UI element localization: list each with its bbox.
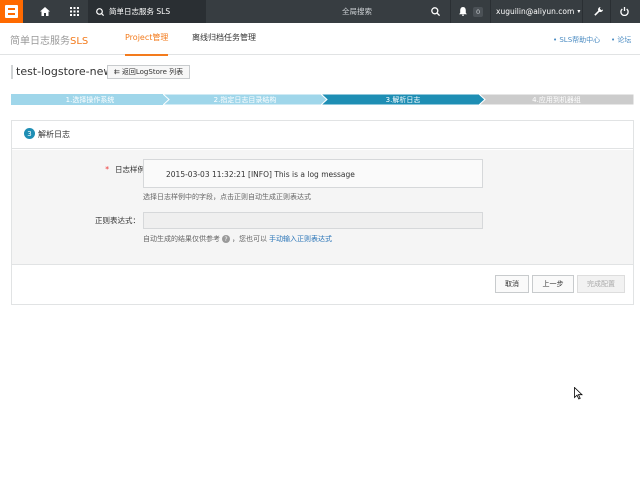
help-center-link[interactable]: • SLS帮助中心 bbox=[553, 35, 600, 45]
regex-input[interactable] bbox=[143, 212, 483, 229]
parse-log-panel: 3 解析日志 * 日志样例 2015-03-03 11:32:21 [INFO] … bbox=[11, 120, 634, 305]
user-email: xuguilin@aliyun.com bbox=[496, 7, 575, 16]
step-2-label: 2.指定日志目录结构 bbox=[213, 95, 277, 104]
search-icon[interactable] bbox=[425, 0, 445, 23]
bell-icon bbox=[459, 7, 467, 16]
log-sample-hint: 选择日志样例中的字段，点击正则自动生成正则表达式 bbox=[143, 193, 311, 201]
step-1-label: 1.选择操作系统 bbox=[65, 95, 115, 104]
back-button-label: 返回LogStore 列表 bbox=[121, 68, 184, 76]
page-title: test-logstore-new bbox=[16, 65, 113, 78]
panel-footer: 取消 上一步 完成配置 bbox=[12, 264, 633, 304]
step-4-label: 4.应用到机器组 bbox=[532, 95, 581, 104]
step-4: 4.应用到机器组 bbox=[479, 94, 634, 105]
sls-product-icon bbox=[96, 7, 104, 16]
regex-hint-middle: ，您也可以 bbox=[232, 235, 267, 243]
brand-prefix: 简单日志服务 bbox=[10, 36, 70, 47]
topbar-divider bbox=[450, 0, 451, 23]
previous-step-button[interactable]: 上一步 bbox=[532, 275, 574, 293]
cancel-button[interactable]: 取消 bbox=[495, 275, 529, 293]
finish-config-button[interactable]: 完成配置 bbox=[577, 275, 625, 293]
log-sample-text[interactable]: 2015-03-03 11:32:21 [INFO] This is a log… bbox=[143, 159, 483, 188]
product-tab[interactable]: 简单日志服务 SLS bbox=[88, 0, 206, 23]
forum-label: 论坛 bbox=[617, 36, 632, 44]
regex-label: 正则表达式： bbox=[95, 216, 140, 225]
page-header: test-logstore-new ⇇ 返回LogStore 列表 bbox=[11, 63, 631, 83]
required-marker: * bbox=[105, 165, 109, 174]
panel-body: * 日志样例 2015-03-03 11:32:21 [INFO] This is… bbox=[12, 150, 633, 264]
back-arrow-icon: ⇇ bbox=[114, 68, 120, 76]
nav-offline-archive[interactable]: 离线归档任务管理 bbox=[192, 32, 256, 43]
product-brand[interactable]: 简单日志服务SLS bbox=[10, 32, 88, 47]
step-2: 2.指定日志目录结构 bbox=[163, 94, 327, 105]
topbar-divider bbox=[490, 0, 491, 23]
product-nav: 简单日志服务SLS Project管理 离线归档任务管理 • SLS帮助中心 •… bbox=[0, 23, 640, 56]
wizard-steps: 1.选择操作系统 2.指定日志目录结构 3.解析日志 4.应用到机器组 bbox=[11, 94, 634, 105]
brand-suffix: SLS bbox=[70, 36, 89, 47]
notifications[interactable]: 0 bbox=[455, 0, 485, 23]
home-icon[interactable] bbox=[35, 0, 55, 23]
regex-hint-prefix: 自动生成的结果仅供参考 bbox=[143, 235, 220, 243]
step-1: 1.选择操作系统 bbox=[11, 94, 169, 105]
step-3: 3.解析日志 bbox=[321, 94, 485, 105]
product-tab-label: 简单日志服务 SLS bbox=[109, 7, 171, 16]
manual-regex-link[interactable]: 手动输入正则表达式 bbox=[269, 234, 332, 244]
forum-link[interactable]: • 论坛 bbox=[611, 35, 631, 45]
nav-project-management[interactable]: Project管理 bbox=[125, 32, 169, 56]
step-number-badge: 3 bbox=[24, 128, 35, 139]
user-menu[interactable]: xuguilin@aliyun.com ▾ bbox=[496, 0, 580, 23]
wrench-icon[interactable] bbox=[588, 0, 608, 23]
top-bar: 简单日志服务 SLS 全局搜索 0 xuguilin@aliyun.com ▾ bbox=[0, 0, 640, 23]
help-question-icon[interactable]: ? bbox=[222, 235, 230, 243]
title-accent-bar bbox=[11, 65, 13, 79]
back-to-logstore-list-button[interactable]: ⇇ 返回LogStore 列表 bbox=[107, 65, 191, 79]
aliyun-logo[interactable] bbox=[0, 0, 23, 23]
grid-menu-icon[interactable] bbox=[64, 0, 84, 23]
topbar-divider bbox=[582, 0, 583, 23]
regex-hint: 自动生成的结果仅供参考 ? ，您也可以 手动输入正则表达式 bbox=[143, 234, 332, 244]
logo-icon bbox=[5, 5, 18, 18]
notification-count: 0 bbox=[473, 6, 484, 17]
caret-down-icon: ▾ bbox=[577, 8, 581, 15]
panel-title: 解析日志 bbox=[38, 130, 70, 139]
help-center-label: SLS帮助中心 bbox=[559, 36, 601, 44]
step-3-label: 3.解析日志 bbox=[385, 95, 421, 104]
topbar-divider bbox=[610, 0, 611, 23]
power-icon[interactable] bbox=[614, 0, 634, 23]
panel-header: 3 解析日志 bbox=[12, 121, 633, 149]
log-sample-label: * 日志样例 bbox=[92, 164, 145, 175]
log-sample-label-text: 日志样例 bbox=[115, 165, 145, 174]
mouse-cursor-icon bbox=[574, 387, 583, 400]
